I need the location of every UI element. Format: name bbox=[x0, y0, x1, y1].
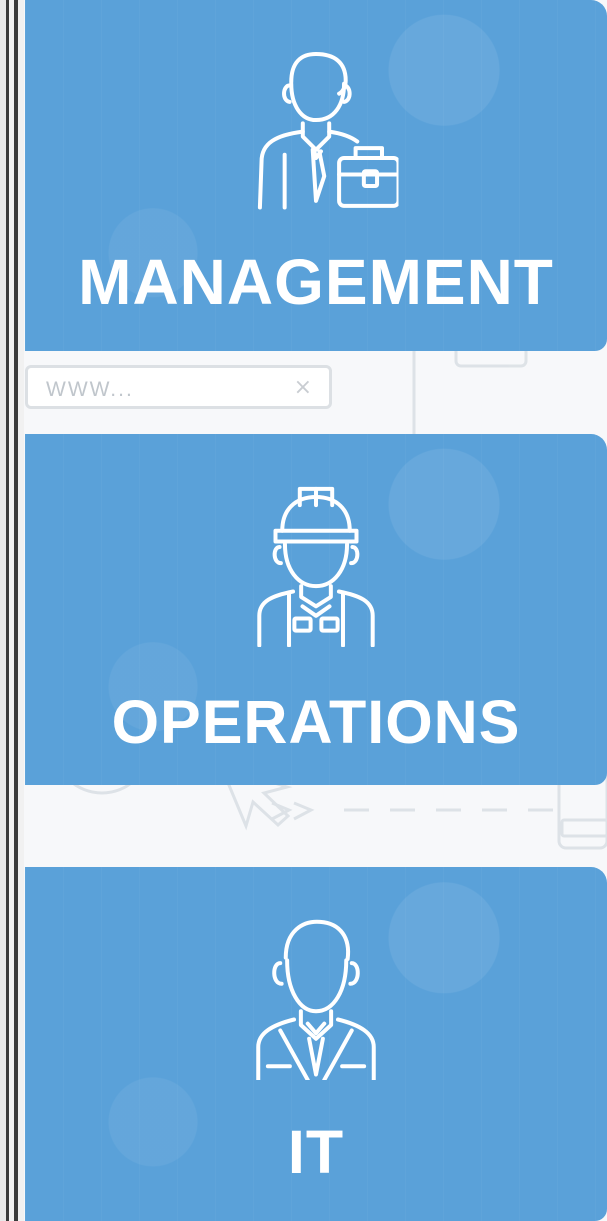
it-card[interactable]: IT bbox=[25, 867, 607, 1221]
manager-briefcase-icon bbox=[234, 40, 399, 210]
management-card[interactable]: MANAGEMENT bbox=[25, 0, 607, 351]
operations-card[interactable]: OPERATIONS bbox=[25, 434, 607, 785]
background-url-bar: WWW... × bbox=[25, 365, 332, 409]
role-category-page: WWW... × MANAGEMENT OPERATIONS IT bbox=[0, 0, 607, 1221]
management-label: MANAGEMENT bbox=[78, 246, 554, 318]
it-professional-icon bbox=[246, 915, 386, 1080]
worker-hardhat-icon bbox=[249, 482, 384, 647]
it-label: IT bbox=[287, 1118, 345, 1186]
url-placeholder-text: WWW... bbox=[46, 378, 134, 401]
operations-label: OPERATIONS bbox=[111, 688, 521, 756]
left-window-rail bbox=[0, 0, 24, 1221]
close-icon: × bbox=[293, 375, 312, 400]
